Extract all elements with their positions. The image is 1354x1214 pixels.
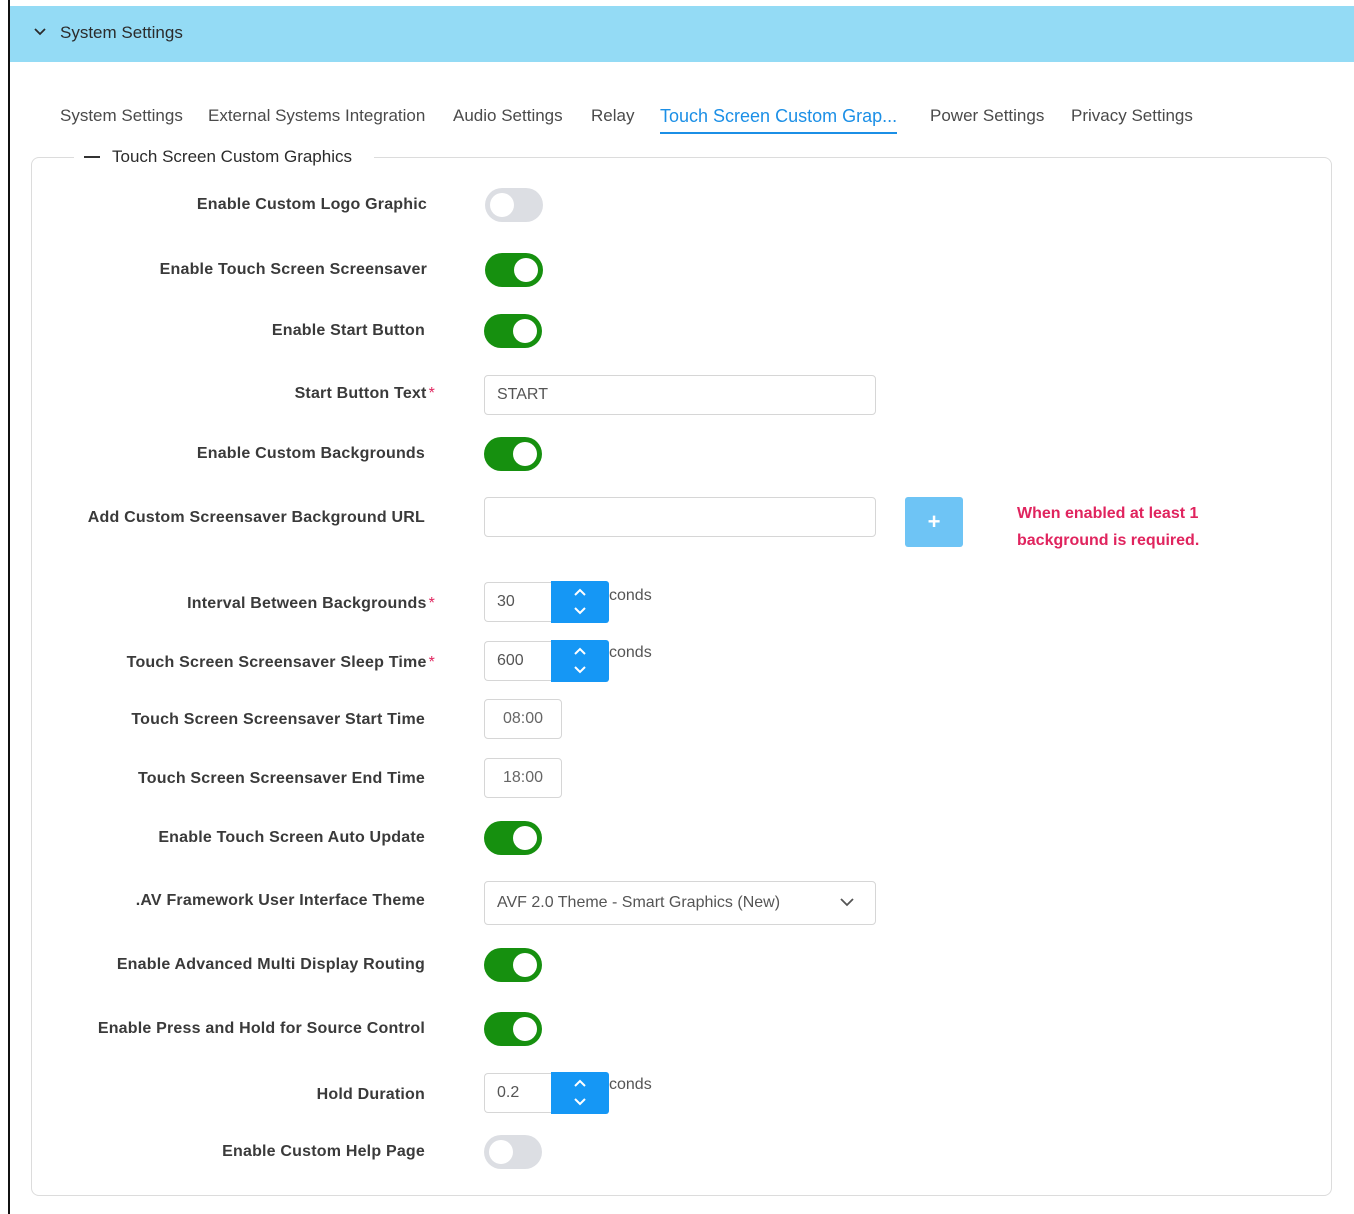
row-theme: .AV Framework User Interface Theme AVF 2… [0,881,1354,925]
theme-select[interactable]: AVF 2.0 Theme - Smart Graphics (New) [484,881,876,925]
tab-external-systems-integration[interactable]: External Systems Integration [208,104,425,128]
row-auto-update: Enable Touch Screen Auto Update [0,816,1354,860]
sleep-time-input[interactable] [484,641,552,681]
toggle-knob [513,442,537,466]
chevron-down-icon[interactable] [839,896,855,908]
panel-legend[interactable]: Touch Screen Custom Graphics [74,145,374,169]
sleep-time-label-text: Touch Screen Screensaver Sleep Time [126,654,427,671]
screensaver-toggle[interactable] [485,253,543,287]
row-hold-duration: Hold Duration conds [0,1072,1354,1117]
toggle-knob [489,1140,513,1164]
press-hold-label: Enable Press and Hold for Source Control [97,1020,425,1037]
start-time-input[interactable]: 08:00 [484,699,562,739]
tab-power-settings[interactable]: Power Settings [930,104,1044,128]
row-help-page: Enable Custom Help Page [0,1130,1354,1174]
chevron-up-icon[interactable] [572,1077,588,1089]
theme-label: .AV Framework User Interface Theme [135,892,425,909]
tab-relay[interactable]: Relay [591,104,634,128]
start-button-toggle[interactable] [484,314,542,348]
chevron-down-icon[interactable] [32,24,48,40]
row-start-time: Touch Screen Screensaver Start Time 08:0… [0,698,1354,742]
chevron-down-icon[interactable] [572,664,588,676]
custom-backgrounds-toggle[interactable] [484,437,542,471]
custom-backgrounds-label: Enable Custom Backgrounds [196,445,425,462]
tab-touch-screen-custom-graphics[interactable]: Touch Screen Custom Grap... [660,104,898,134]
active-tab-indicator [660,132,898,134]
add-background-button[interactable]: + [905,497,963,547]
row-custom-backgrounds: Enable Custom Backgrounds [0,432,1354,476]
row-sleep-time: Touch Screen Screensaver Sleep Time* con… [0,640,1354,685]
hold-duration-label: Hold Duration [316,1086,425,1103]
interval-input[interactable] [484,582,552,622]
auto-update-toggle[interactable] [484,821,542,855]
interval-unit: conds [609,587,652,604]
sleep-time-unit: conds [609,644,652,661]
hold-duration-input[interactable] [484,1073,552,1113]
multi-display-label: Enable Advanced Multi Display Routing [116,956,425,973]
tab-system-settings[interactable]: System Settings [60,104,183,128]
auto-update-label: Enable Touch Screen Auto Update [158,829,425,846]
row-custom-logo: Enable Custom Logo Graphic [0,183,1354,227]
chevron-up-icon[interactable] [572,586,588,598]
row-press-hold: Enable Press and Hold for Source Control [0,1007,1354,1051]
hold-duration-stepper[interactable] [551,1072,609,1114]
screensaver-label: Enable Touch Screen Screensaver [159,261,427,278]
help-page-toggle[interactable] [484,1135,542,1169]
sleep-time-label: Touch Screen Screensaver Sleep Time * [127,641,435,685]
custom-logo-toggle[interactable] [485,188,543,222]
row-multi-display: Enable Advanced Multi Display Routing [0,943,1354,987]
theme-selected-value: AVF 2.0 Theme - Smart Graphics (New) [497,894,781,911]
toggle-knob [513,1017,537,1041]
section-header[interactable]: System Settings [10,6,1354,62]
bg-url-input[interactable] [484,497,876,537]
tab-touch-screen-custom-graphics-label: Touch Screen Custom Grap... [660,106,898,126]
row-start-text: Start Button Text * [0,374,1354,418]
panel-legend-title: Touch Screen Custom Graphics [112,147,352,166]
interval-label: Interval Between Backgrounds * [187,582,435,626]
toggle-knob [513,953,537,977]
row-start-button: Enable Start Button [0,309,1354,353]
tab-audio-settings[interactable]: Audio Settings [453,104,563,128]
toggle-knob [514,258,538,282]
toggle-knob [513,319,537,343]
chevron-down-icon[interactable] [572,1096,588,1108]
sleep-time-stepper[interactable] [551,640,609,682]
end-time-label: Touch Screen Screensaver End Time [137,770,425,787]
required-mark: * [428,654,435,671]
toggle-knob [513,826,537,850]
chevron-up-icon[interactable] [572,645,588,657]
start-text-label: Start Button Text * [295,372,435,416]
background-required-warning: When enabled at least 1 background is re… [1017,505,1200,549]
interval-stepper[interactable] [551,581,609,623]
hold-duration-unit: conds [609,1076,652,1093]
collapse-dash-icon[interactable] [84,156,100,158]
required-mark: * [428,385,435,402]
press-hold-toggle[interactable] [484,1012,542,1046]
tab-privacy-settings[interactable]: Privacy Settings [1071,104,1193,128]
row-end-time: Touch Screen Screensaver End Time 18:00 [0,757,1354,801]
start-text-input[interactable] [484,375,876,415]
multi-display-toggle[interactable] [484,948,542,982]
start-text-label-text: Start Button Text [294,385,427,402]
row-bg-url: Add Custom Screensaver Background URL + … [0,496,1354,549]
help-page-label: Enable Custom Help Page [222,1143,425,1160]
custom-logo-label: Enable Custom Logo Graphic [196,196,427,213]
interval-label-text: Interval Between Backgrounds [187,595,427,612]
row-interval: Interval Between Backgrounds* conds [0,581,1354,626]
start-time-label: Touch Screen Screensaver Start Time [131,711,425,728]
toggle-knob [490,193,514,217]
section-header-title: System Settings [60,23,183,42]
bg-url-label: Add Custom Screensaver Background URL [87,509,425,526]
start-button-label: Enable Start Button [271,322,425,339]
end-time-input[interactable]: 18:00 [484,758,562,798]
chevron-down-icon[interactable] [572,605,588,617]
required-mark: * [428,595,435,612]
row-screensaver: Enable Touch Screen Screensaver [0,248,1354,292]
